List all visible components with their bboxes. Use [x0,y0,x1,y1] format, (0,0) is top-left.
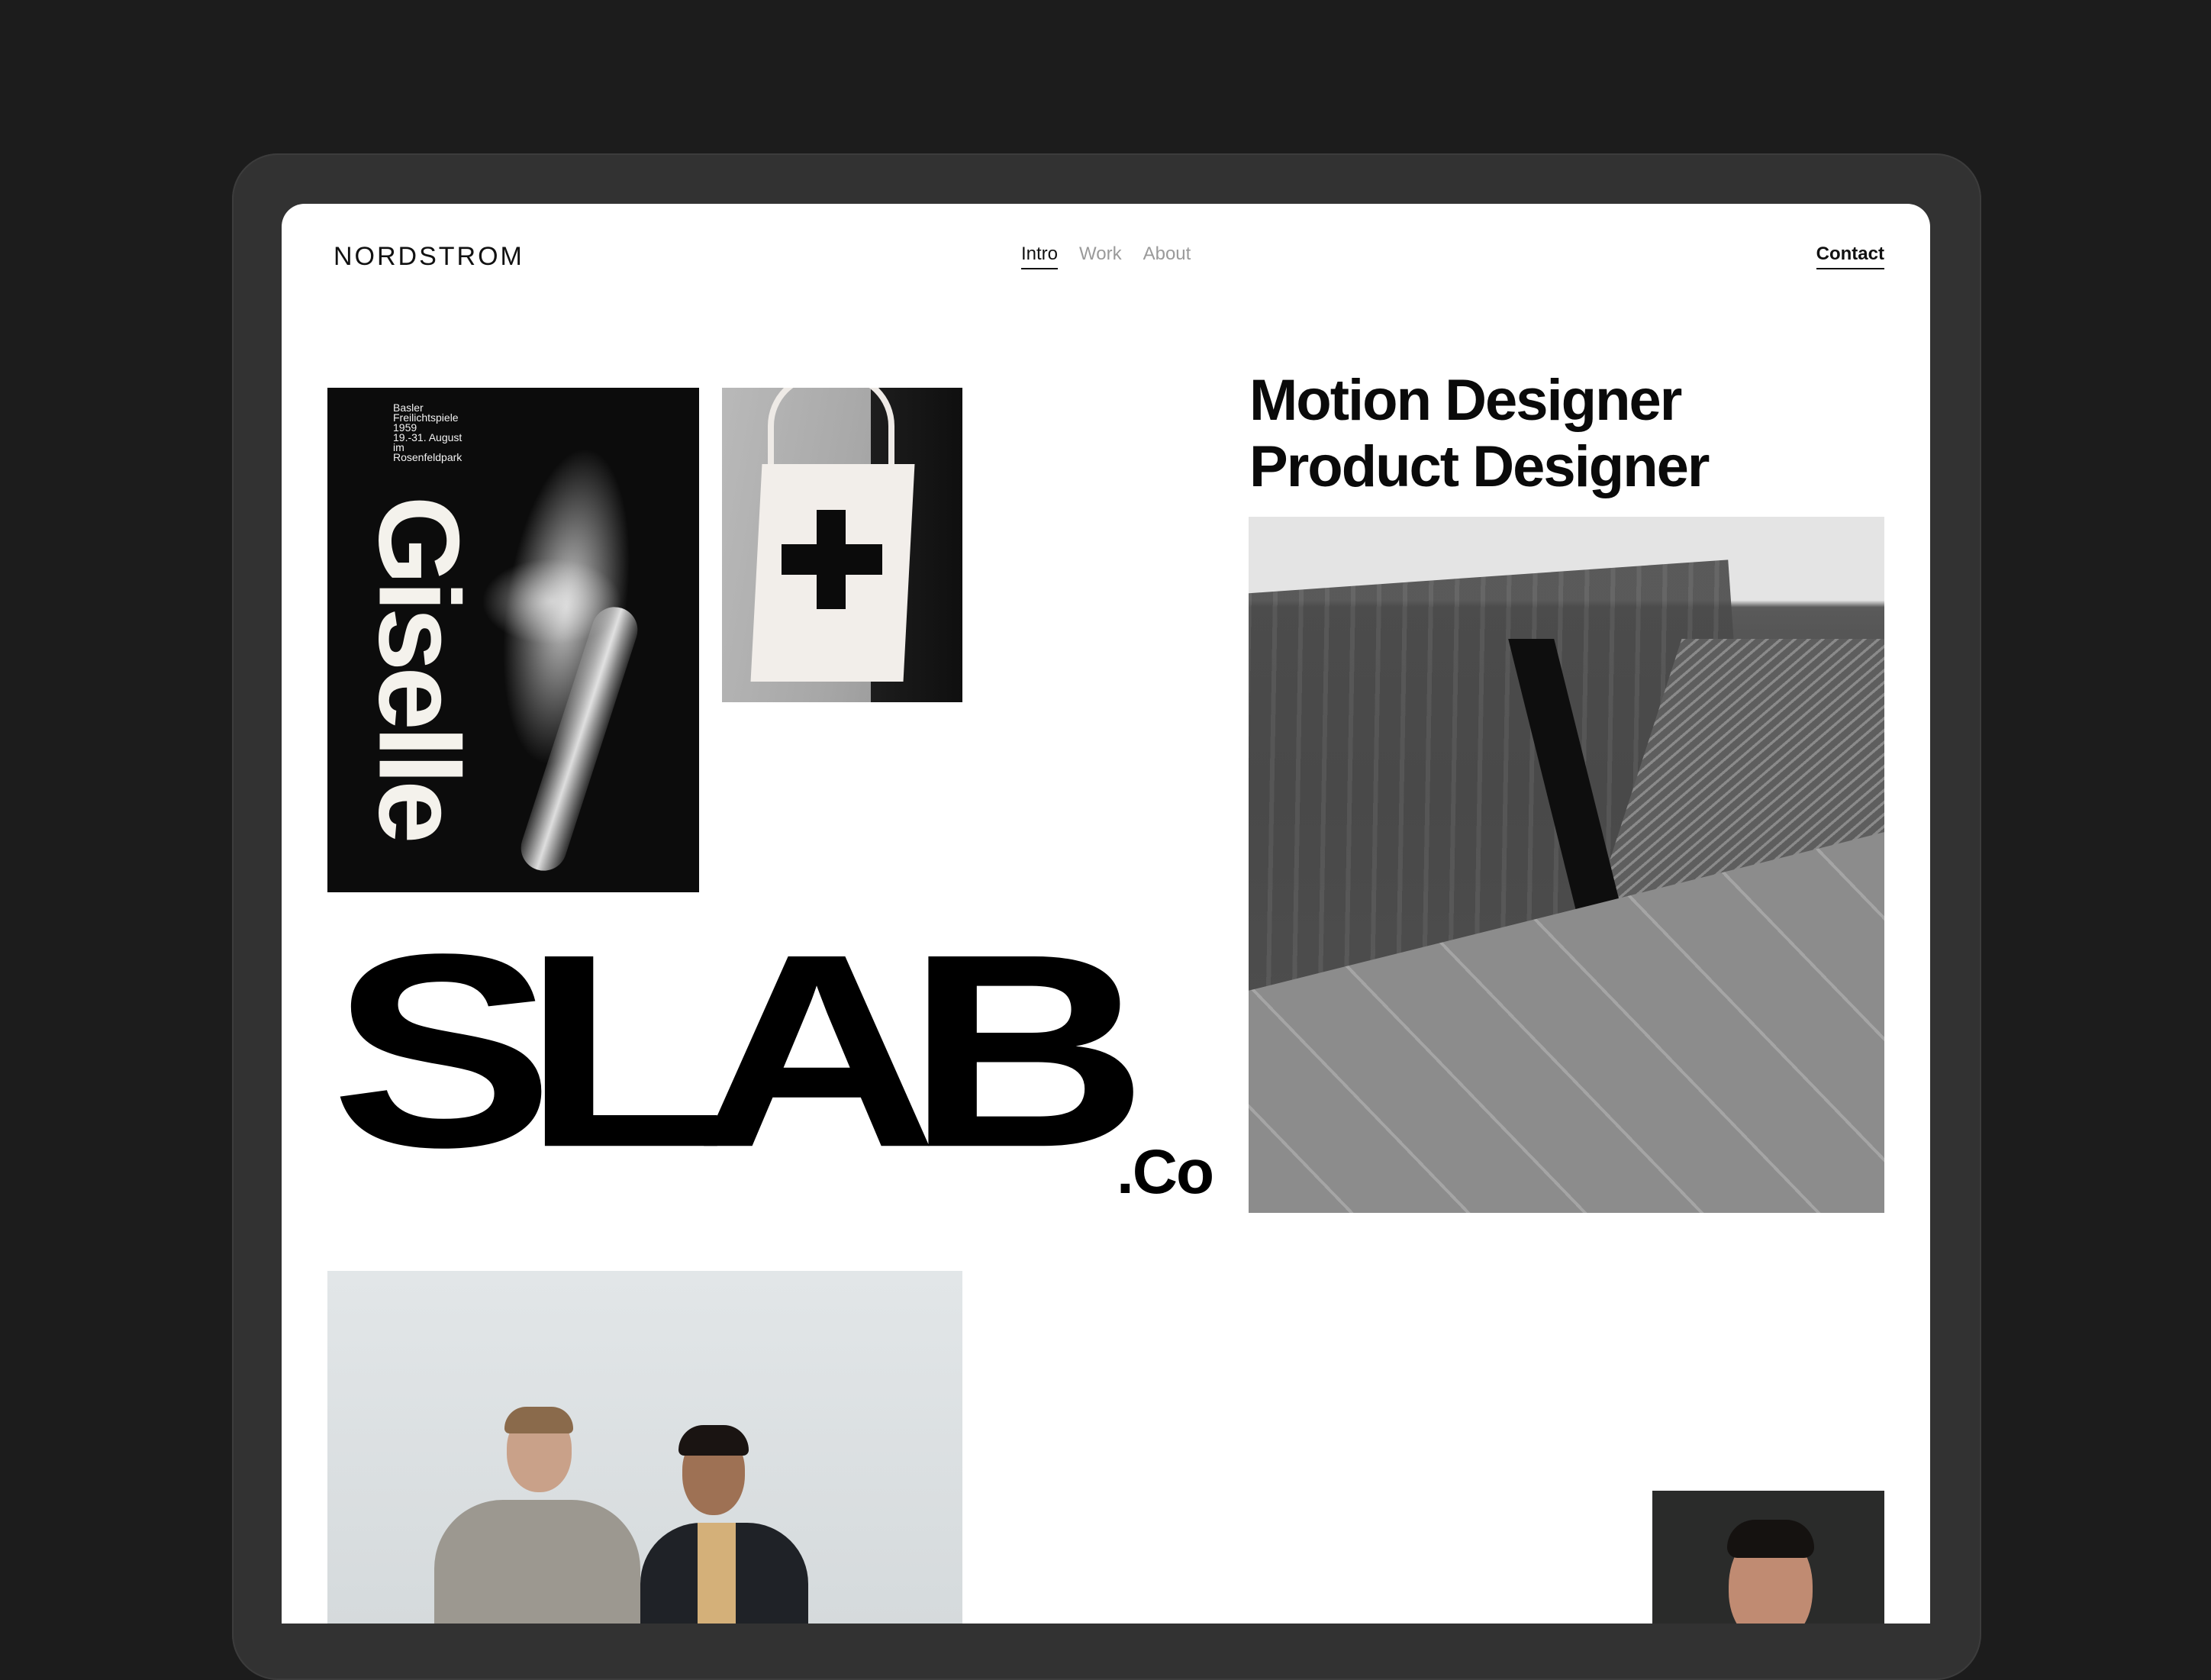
portrait-hair [1727,1520,1814,1558]
browser-screen: NORDSTROM Intro Work About Contact Basle… [282,204,1930,1624]
person-left-body [434,1500,640,1624]
slab-suffix: .Co [1117,1137,1214,1207]
slab-wordmark: SLAB [330,897,1149,1205]
hero-headline: Motion Designer Product Designer [1249,367,1710,500]
person-right-hair [678,1425,749,1456]
site-logo[interactable]: NORDSTROM [334,242,524,272]
hero-line-product: Product Designer [1249,434,1710,499]
poster-info-text: Basler Freilichtspiele 1959 19.-31. Augu… [393,401,463,463]
tote-bag-image[interactable] [722,388,962,702]
dancer-skirt [472,525,671,678]
team-photo[interactable] [327,1271,962,1624]
person-right-shirt [698,1523,736,1624]
architecture-image[interactable] [1249,517,1884,1213]
main-nav: Intro Work About [1021,243,1191,269]
plus-icon-bar [782,544,882,575]
nav-item-intro[interactable]: Intro [1021,243,1059,269]
nav-item-about[interactable]: About [1143,243,1191,269]
giselle-poster-image[interactable]: Basler Freilichtspiele 1959 19.-31. Augu… [327,388,699,892]
poster-title: Giselle [355,495,484,840]
person-left-hair [504,1407,573,1433]
portrait-photo[interactable] [1652,1491,1884,1624]
hero-line-motion: Motion Designer [1249,368,1682,433]
contact-link[interactable]: Contact [1816,243,1884,269]
nav-item-work[interactable]: Work [1079,243,1122,269]
